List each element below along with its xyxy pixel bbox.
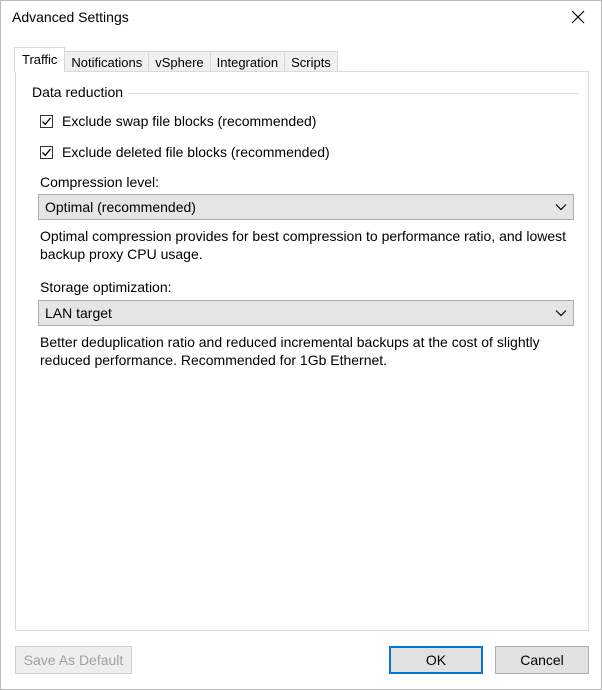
tab-notifications[interactable]: Notifications [64,51,150,72]
window-title: Advanced Settings [12,9,129,25]
check-icon [42,148,52,156]
group-divider [128,93,578,94]
ok-button[interactable]: OK [389,646,483,674]
tab-strip: Traffic Notifications vSphere Integratio… [14,47,338,72]
storage-optimization-select[interactable]: LAN target [38,300,574,326]
exclude-deleted-label: Exclude deleted file blocks (recommended… [62,144,330,160]
exclude-deleted-checkbox[interactable]: Exclude deleted file blocks (recommended… [40,144,330,160]
data-reduction-group-title: Data reduction [32,84,128,100]
compression-level-select[interactable]: Optimal (recommended) [38,194,574,220]
checkbox-box[interactable] [40,145,53,159]
tab-scripts[interactable]: Scripts [284,51,338,72]
compression-level-label: Compression level: [40,174,160,190]
storage-description: Better deduplication ratio and reduced i… [40,334,540,368]
checkbox-box[interactable] [40,114,53,128]
tab-integration[interactable]: Integration [209,51,286,72]
tab-traffic[interactable]: Traffic [14,47,66,72]
close-icon [571,10,585,24]
check-icon [42,117,52,125]
compression-level-value: Optimal (recommended) [45,199,196,215]
exclude-swap-label: Exclude swap file blocks (recommended) [62,113,317,129]
traffic-panel: Data reduction Exclude swap file blocks … [15,71,589,631]
chevron-down-icon [555,301,567,325]
storage-optimization-label: Storage optimization: [40,279,172,295]
chevron-down-icon [555,195,567,219]
storage-optimization-value: LAN target [45,305,112,321]
cancel-button[interactable]: Cancel [495,646,589,674]
close-button[interactable] [555,1,601,33]
advanced-settings-dialog: Advanced Settings Traffic Notifications … [0,0,602,690]
title-bar: Advanced Settings [1,1,601,33]
compression-description: Optimal compression provides for best co… [40,228,567,262]
exclude-swap-checkbox[interactable]: Exclude swap file blocks (recommended) [40,113,316,129]
tab-vsphere[interactable]: vSphere [148,51,211,72]
save-as-default-button[interactable]: Save As Default [15,646,132,674]
